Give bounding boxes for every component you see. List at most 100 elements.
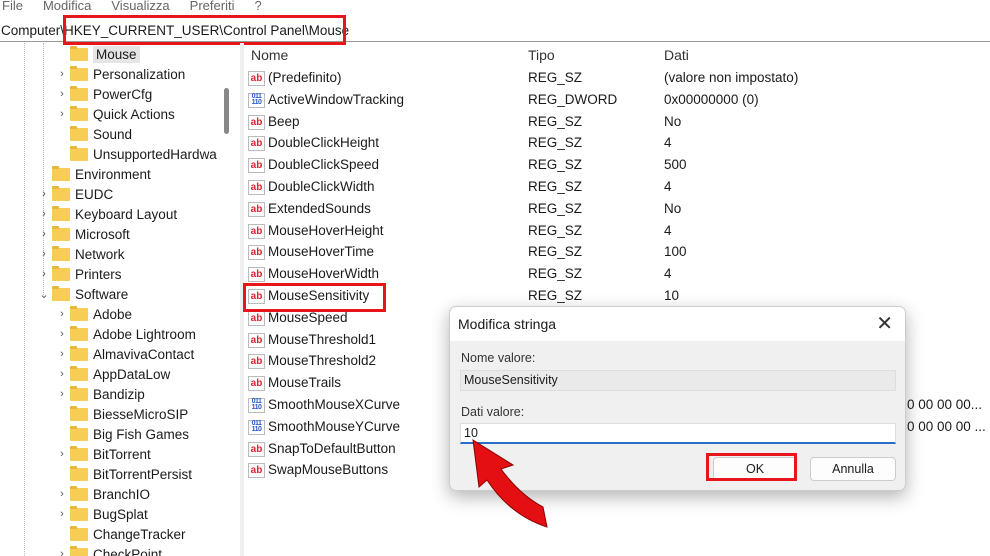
tree-item[interactable]: ChangeTracker [56,524,186,544]
value-row[interactable]: ab DoubleClickSpeed REG_SZ 500 [244,154,990,176]
tree-item-label: UnsupportedHardwa [93,146,217,162]
chevron-icon[interactable]: › [56,348,68,360]
value-type: REG_SZ [528,135,583,151]
value-data: 0x00000000 (0) [664,91,759,107]
tree-item[interactable]: Environment [38,164,151,184]
value-row[interactable]: ab MouseHoverWidth REG_SZ 4 [244,263,990,285]
column-name-header[interactable]: Nome [251,47,288,63]
tree-item-label: Microsoft [75,226,130,242]
tree-item-label: Adobe Lightroom [93,326,196,342]
chevron-icon[interactable]: › [56,508,68,520]
tree-item[interactable]: › BitTorrent [56,444,151,464]
tree-item[interactable]: › AppDataLow [56,364,170,384]
value-row[interactable]: ab DoubleClickHeight REG_SZ 4 [244,132,990,154]
chevron-icon[interactable]: › [56,108,68,120]
tree-item[interactable]: BitTorrentPersist [56,464,192,484]
tree-item[interactable]: Sound [56,124,132,144]
value-name: Beep [268,113,300,129]
address-highlight [63,15,346,45]
tree-item[interactable]: › Keyboard Layout [38,204,177,224]
column-type-header[interactable]: Tipo [528,47,555,63]
tree-item[interactable]: ⌄ Software [38,284,128,304]
value-row[interactable]: ab DoubleClickWidth REG_SZ 4 [244,176,990,198]
value-row[interactable]: ab ExtendedSounds REG_SZ No [244,198,990,220]
folder-icon [70,65,88,81]
tree-item-label: BugSplat [93,506,148,522]
tree-item[interactable]: › Personalization [56,64,185,84]
tree-item[interactable]: › PowerCfg [56,84,152,104]
folder-icon [70,385,88,401]
tree-item[interactable]: Mouse [56,44,140,64]
value-type: REG_SZ [528,266,583,282]
tree-item[interactable]: › BranchIO [56,484,150,504]
menu-item[interactable]: File [2,0,23,16]
value-name: MouseHoverTime [268,244,375,260]
folder-icon [52,185,70,201]
tree-item[interactable]: › Bandizip [56,384,145,404]
folder-icon [70,525,88,541]
chevron-icon[interactable]: › [56,308,68,320]
tree-scrollbar[interactable] [224,88,229,134]
tree-item[interactable]: › CheckPoint [56,544,162,556]
folder-icon [70,545,88,556]
folder-icon [52,265,70,281]
string-value-icon: ab [248,267,265,283]
tree-item-label: BitTorrent [93,446,151,462]
tree-item[interactable]: › Microsoft [38,224,130,244]
tree-item[interactable]: › AlmavivaContact [56,344,194,364]
chevron-icon[interactable]: › [56,68,68,80]
cancel-button[interactable]: Annulla [810,457,896,481]
value-name: SnapToDefaultButton [268,440,396,456]
string-value-icon: ab [248,180,265,195]
value-name: MouseThreshold2 [268,353,377,369]
tree-item[interactable]: › Network [38,244,125,264]
value-name: MouseHoverWidth [268,266,380,282]
chevron-icon[interactable]: › [56,548,68,556]
value-name: (Predefinito) [268,70,342,85]
tree-item[interactable]: BiesseMicroSIP [56,404,188,424]
chevron-icon[interactable]: › [56,328,68,340]
chevron-icon[interactable]: › [38,208,50,220]
chevron-icon[interactable]: › [56,368,68,380]
menu-item[interactable]: Preferiti [190,0,235,16]
value-type: REG_SZ [528,200,583,216]
tree-item[interactable]: › EUDC [38,184,113,204]
value-type: REG_DWORD [528,91,618,107]
folder-icon [70,405,88,421]
chevron-icon[interactable]: › [38,268,50,280]
value-name: MouseThreshold1 [268,331,377,347]
tree-item[interactable]: › Adobe [56,304,132,324]
chevron-icon[interactable]: › [56,388,68,400]
chevron-icon[interactable]: › [38,228,50,240]
binary-value-icon: 011 110 [248,92,265,108]
tree-item[interactable]: › Printers [38,264,122,284]
tree-item[interactable]: Big Fish Games [56,424,189,444]
chevron-icon[interactable]: › [38,188,50,200]
value-name-field: MouseSensitivity [460,370,896,391]
value-name: MouseTrails [268,375,342,391]
menu-item[interactable]: ? [254,0,261,16]
tree-item[interactable]: › BugSplat [56,504,148,524]
menu-item[interactable]: Visualizza [111,0,169,16]
folder-icon [52,245,70,261]
string-value-icon: ab [248,158,265,174]
chevron-icon[interactable]: › [56,488,68,500]
chevron-icon[interactable]: ⌄ [38,288,50,301]
tree-item[interactable]: › Quick Actions [56,104,175,124]
value-row[interactable]: 011 110 ActiveWindowTracking REG_DWORD 0x000… [244,89,990,111]
column-data-header[interactable]: Dati [664,47,689,63]
value-row[interactable]: ab MouseHoverHeight REG_SZ 4 [244,220,990,242]
value-row[interactable]: ab Beep REG_SZ No [244,111,990,133]
close-icon[interactable]: ✕ [876,311,893,336]
chevron-icon[interactable]: › [38,248,50,260]
tree-item-label: Big Fish Games [93,426,190,442]
value-row[interactable]: ab MouseHoverTime REG_SZ 100 [244,241,990,263]
chevron-icon[interactable]: › [56,88,68,100]
red-arrow-annotation [472,439,548,528]
tree-item[interactable]: UnsupportedHardwa [56,144,217,164]
value-name: ActiveWindowTracking [268,91,405,107]
chevron-icon[interactable]: › [56,448,68,460]
value-row[interactable]: ab (Predefinito) REG_SZ (valore non imposta… [244,67,990,89]
tree-item[interactable]: › Adobe Lightroom [56,324,196,344]
menu-item[interactable]: Modifica [43,0,91,16]
